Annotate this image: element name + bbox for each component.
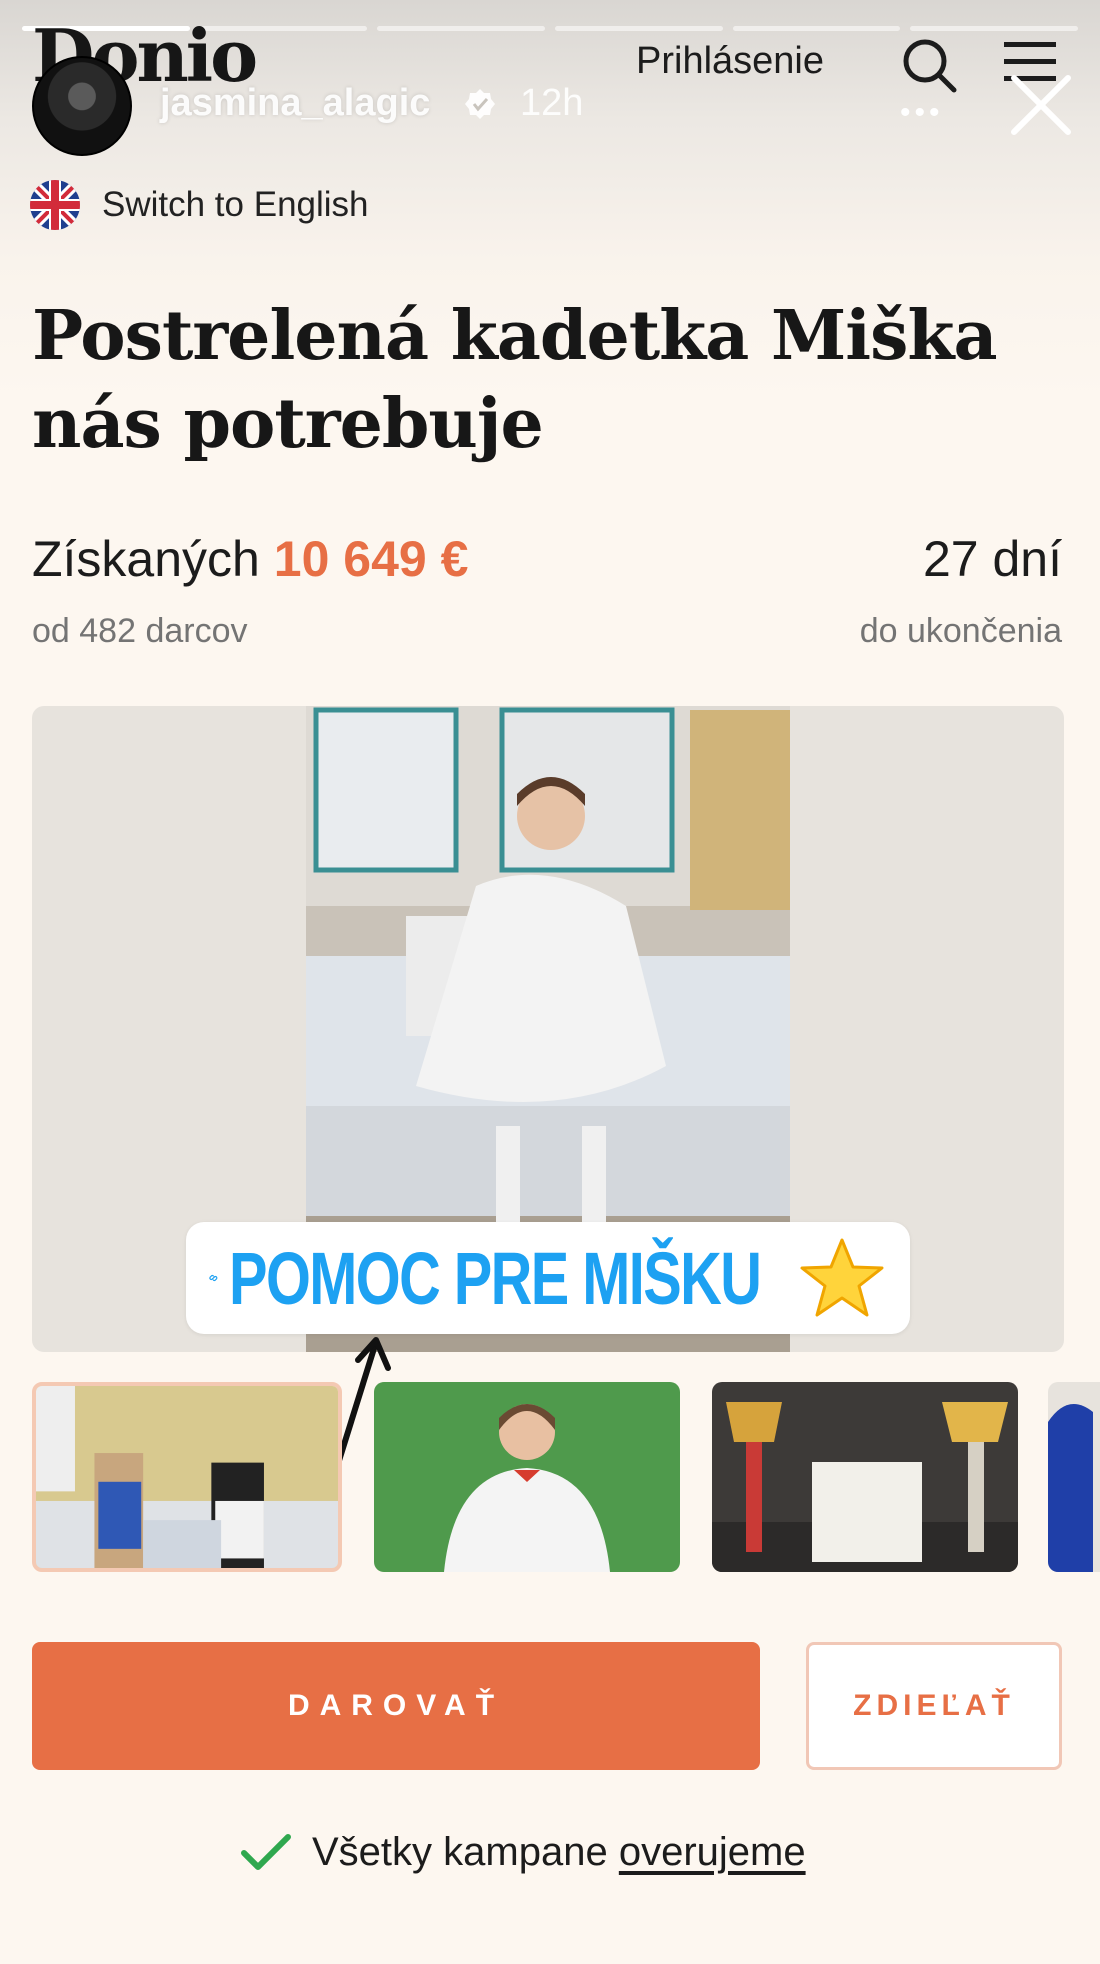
story-timestamp: 12h [520,82,584,124]
thumbnail-strip [0,1382,1100,1574]
close-icon[interactable] [1008,72,1074,138]
verification-label: Všetky kampane [312,1830,608,1874]
language-switch[interactable]: Switch to English [30,180,369,230]
raised-amount: 10 649 € [273,531,469,587]
star-icon [800,1238,884,1317]
thumbnail-hospital-visit-image [36,1386,338,1568]
story-segment [377,26,546,31]
verification-text: Všetky kampane overujeme [312,1830,806,1875]
more-options-icon[interactable]: ••• [900,98,944,128]
thumbnail-4[interactable] [1048,1382,1100,1572]
thumbnail-jersey-image [1048,1382,1100,1572]
link-icon [209,1275,218,1281]
campaign-title: Postrelená kadetka Miška nás potrebuje [32,296,998,464]
raised-label: Získaných [32,531,260,587]
donor-count: od 482 darcov [32,612,248,650]
story-segment [910,26,1079,31]
verification-note: Všetky kampane overujeme [240,1830,806,1875]
uk-flag-icon [30,180,80,230]
story-avatar[interactable] [32,56,132,156]
link-sticker-text: POMOC PRE MIŠKU [228,1236,762,1320]
story-segment [732,26,901,31]
verification-link[interactable]: overujeme [619,1830,806,1874]
login-link[interactable]: Prihlásenie [636,40,824,83]
thumbnail-1[interactable] [32,1382,342,1572]
raised-summary: Získaných 10 649 € [32,530,468,588]
donate-button[interactable]: DAROVAŤ [32,1642,760,1770]
share-button[interactable]: ZDIEĽAŤ [806,1642,1062,1770]
days-left: 27 dní [922,531,1062,587]
verified-badge-icon [465,89,495,119]
thumbnail-portrait-image [374,1382,680,1572]
search-icon[interactable] [900,36,958,94]
language-label: Switch to English [102,185,369,224]
story-username[interactable]: jasmina_alagic [160,82,430,125]
link-sticker[interactable]: POMOC PRE MIŠKU [186,1222,910,1334]
thumbnail-3[interactable] [712,1382,1018,1572]
thumbnail-2[interactable] [374,1382,680,1572]
thumbnail-trophies-image [712,1382,1018,1572]
days-left-label: do ukončenia [859,612,1062,650]
checkmark-icon [241,1833,291,1870]
story-segment [555,26,723,31]
